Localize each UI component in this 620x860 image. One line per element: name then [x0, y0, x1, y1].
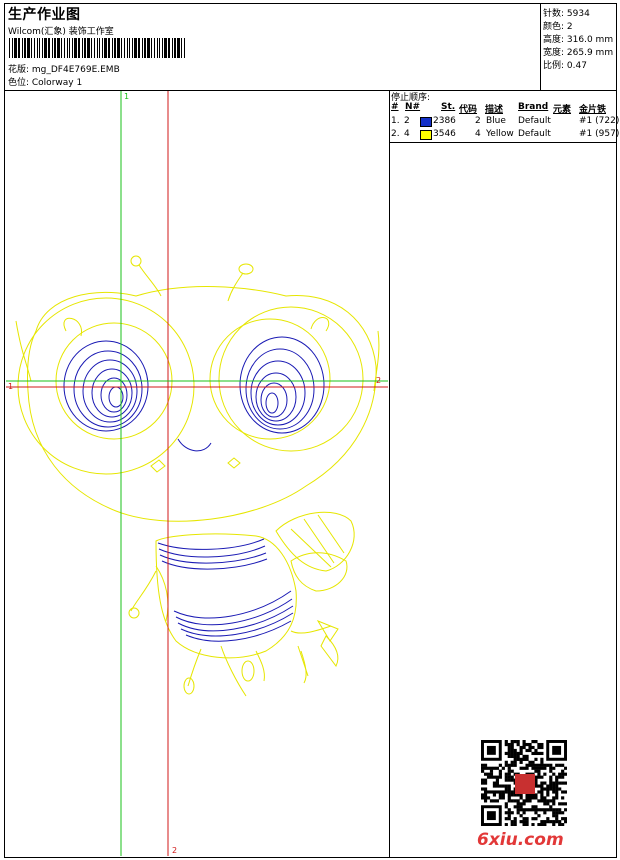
col-sequin: 金片铁 [579, 105, 607, 115]
guide-label-v2: 2 [172, 846, 177, 855]
embroidery-design-preview: 1 2 1 2 [6, 91, 388, 856]
stats-divider [540, 4, 541, 90]
col-num: # [391, 102, 399, 112]
stat-colors: 颜色: 2 [543, 22, 573, 32]
color-swatch-yellow [420, 130, 432, 140]
col-code: 代码 [459, 105, 478, 115]
table-divider [389, 142, 616, 143]
company-name: Wilcom(汇象) 装饰工作室 [8, 27, 114, 37]
guide-label-h2: 2 [376, 376, 381, 385]
qr-code [481, 740, 567, 826]
color-swatch-blue [420, 117, 432, 127]
page-title: 生产作业图 [8, 7, 81, 23]
barcode [9, 38, 185, 58]
colorway-label: 色位: Colorway 1 [8, 78, 83, 88]
col-description: 描述 [485, 105, 504, 115]
pattern-filename: 花版: mg_DF4E769E.EMB [8, 65, 120, 75]
stat-stitches: 针数: 5934 [543, 9, 590, 19]
guide-label-v1: 1 [124, 92, 129, 101]
guide-label-h1: 1 [8, 382, 13, 391]
col-element: 元素 [553, 105, 572, 115]
stat-scale: 比例: 0.47 [543, 61, 587, 71]
stat-height: 高度: 316.0 mm [543, 35, 614, 45]
col-stitches: St. [441, 102, 456, 112]
col-needle: N# [405, 102, 421, 112]
stat-width: 宽度: 265.9 mm [543, 48, 614, 58]
col-brand: Brand [518, 102, 549, 112]
panel-divider [389, 90, 390, 857]
production-sheet: 生产作业图 Wilcom(汇象) 装饰工作室 花版: mg_DF4E769E.E… [4, 3, 619, 858]
watermark-logo: 6xiu.com [477, 830, 564, 850]
